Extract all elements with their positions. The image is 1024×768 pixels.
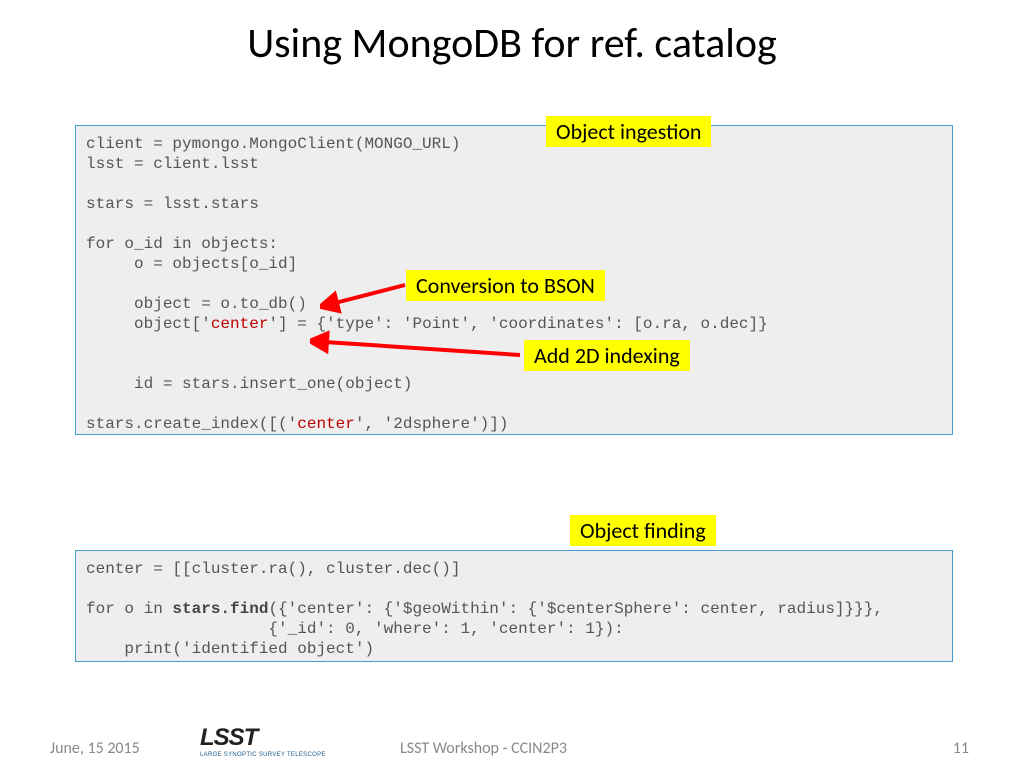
label-object-finding: Object finding [570,515,716,546]
code-line: '] = {'type': 'Point', 'coordinates': [o… [268,315,767,333]
slide-title: Using MongoDB for ref. catalog [0,0,1024,69]
label-object-ingestion: Object ingestion [546,116,711,147]
footer-page-number: 11 [953,739,969,758]
logo-subtitle: LARGE SYNOPTIC SURVEY TELESCOPE [200,752,326,758]
code-line: for o_id in objects: [86,235,278,253]
code-line: id = stars.insert_one(object) [86,375,412,393]
lsst-logo: LSST LARGE SYNOPTIC SURVEY TELESCOPE [200,724,326,758]
code-line: object = o.to_db() [86,295,307,313]
footer-venue: LSST Workshop - CCIN2P3 [400,739,567,758]
code-line: print('identified object') [86,640,374,658]
code-keyword: stars.find [172,600,268,618]
code-line: ({'center': {'$geoWithin': {'$centerSphe… [268,600,883,618]
label-conversion-bson: Conversion to BSON [406,270,605,301]
code-line: stars = lsst.stars [86,195,259,213]
code-line: o = objects[o_id] [86,255,297,273]
code-block-finding: center = [[cluster.ra(), cluster.dec()] … [75,550,953,662]
code-line: object[' [86,315,211,333]
code-line: stars.create_index([(' [86,415,297,433]
code-line: ', '2dsphere')]) [355,415,509,433]
code-line: center = [[cluster.ra(), cluster.dec()] [86,560,460,578]
label-2d-indexing: Add 2D indexing [524,340,690,371]
code-line: for o in [86,600,172,618]
code-line: {'_id': 0, 'where': 1, 'center': 1}): [86,620,624,638]
logo-text: LSST [200,724,326,752]
code-keyword: center [297,415,355,433]
code-line: client = pymongo.MongoClient(MONGO_URL) [86,135,460,153]
code-line: lsst = client.lsst [86,155,259,173]
footer-date: June, 15 2015 [50,739,140,758]
code-keyword: center [211,315,269,333]
